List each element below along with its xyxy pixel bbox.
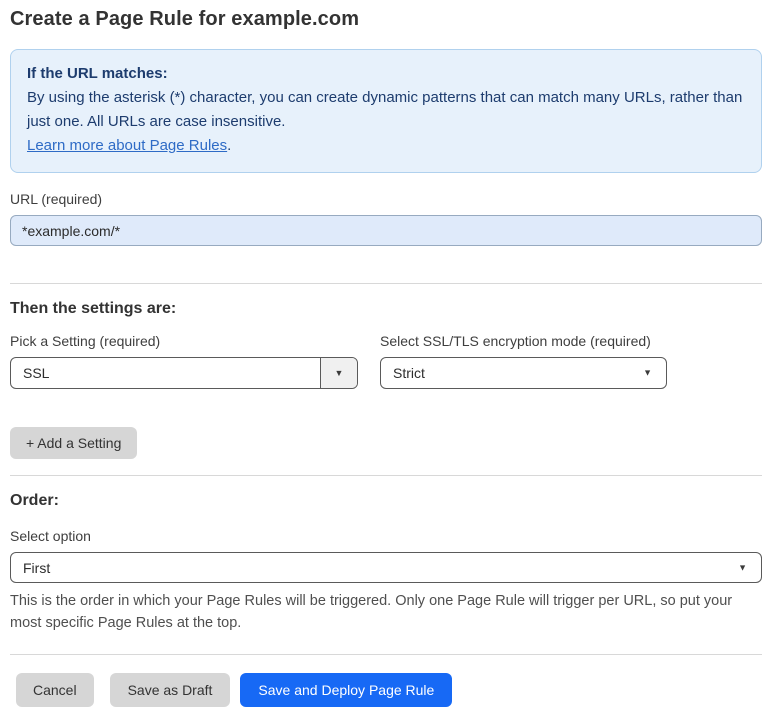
ssl-mode-select[interactable]: Strict ▼	[380, 357, 667, 389]
ssl-mode-value: Strict	[393, 365, 425, 381]
url-match-info-box: If the URL matches: By using the asteris…	[10, 49, 762, 173]
save-as-draft-button[interactable]: Save as Draft	[109, 673, 231, 707]
info-box-heading: If the URL matches:	[27, 65, 168, 82]
divider	[10, 283, 762, 284]
url-input[interactable]	[10, 215, 762, 246]
info-box-link-line: Learn more about Page Rules.	[27, 134, 745, 158]
cancel-button[interactable]: Cancel	[16, 673, 94, 707]
footer-actions: Cancel Save as Draft Save and Deploy Pag…	[10, 673, 762, 707]
order-select[interactable]: First ▼	[10, 552, 762, 583]
ssl-mode-label: Select SSL/TLS encryption mode (required…	[380, 333, 651, 349]
settings-row: Pick a Setting (required) SSL ▼ Select S…	[10, 318, 762, 389]
divider	[10, 475, 762, 476]
setting-picker-value: SSL	[23, 365, 50, 381]
learn-more-link[interactable]: Learn more about Page Rules	[27, 137, 227, 154]
create-page-rule-form: Create a Page Rule for example.com If th…	[0, 0, 772, 707]
url-field-label: URL (required)	[10, 191, 103, 207]
add-setting-button[interactable]: + Add a Setting	[10, 427, 138, 459]
order-help-text: This is the order in which your Page Rul…	[10, 593, 733, 631]
page-title: Create a Page Rule for example.com	[10, 8, 360, 30]
info-box-body: By using the asterisk (*) character, you…	[27, 89, 743, 130]
save-and-deploy-button[interactable]: Save and Deploy Page Rule	[240, 673, 453, 707]
order-select-value: First	[23, 559, 51, 576]
setting-picker-label: Pick a Setting (required)	[10, 333, 161, 349]
chevron-down-icon: ▼	[738, 562, 747, 572]
ssl-mode-column: Select SSL/TLS encryption mode (required…	[380, 318, 667, 389]
settings-section-heading: Then the settings are:	[10, 300, 177, 317]
order-select-label: Select option	[10, 528, 91, 544]
setting-picker-select[interactable]: SSL ▼	[10, 357, 358, 389]
order-section-heading: Order:	[10, 492, 59, 509]
divider	[10, 654, 762, 655]
chevron-down-icon: ▼	[334, 367, 344, 378]
setting-picker-arrow-segment[interactable]: ▼	[320, 358, 357, 388]
link-period: .	[227, 137, 232, 154]
chevron-down-icon: ▼	[643, 367, 652, 378]
setting-picker-column: Pick a Setting (required) SSL ▼	[10, 318, 358, 389]
